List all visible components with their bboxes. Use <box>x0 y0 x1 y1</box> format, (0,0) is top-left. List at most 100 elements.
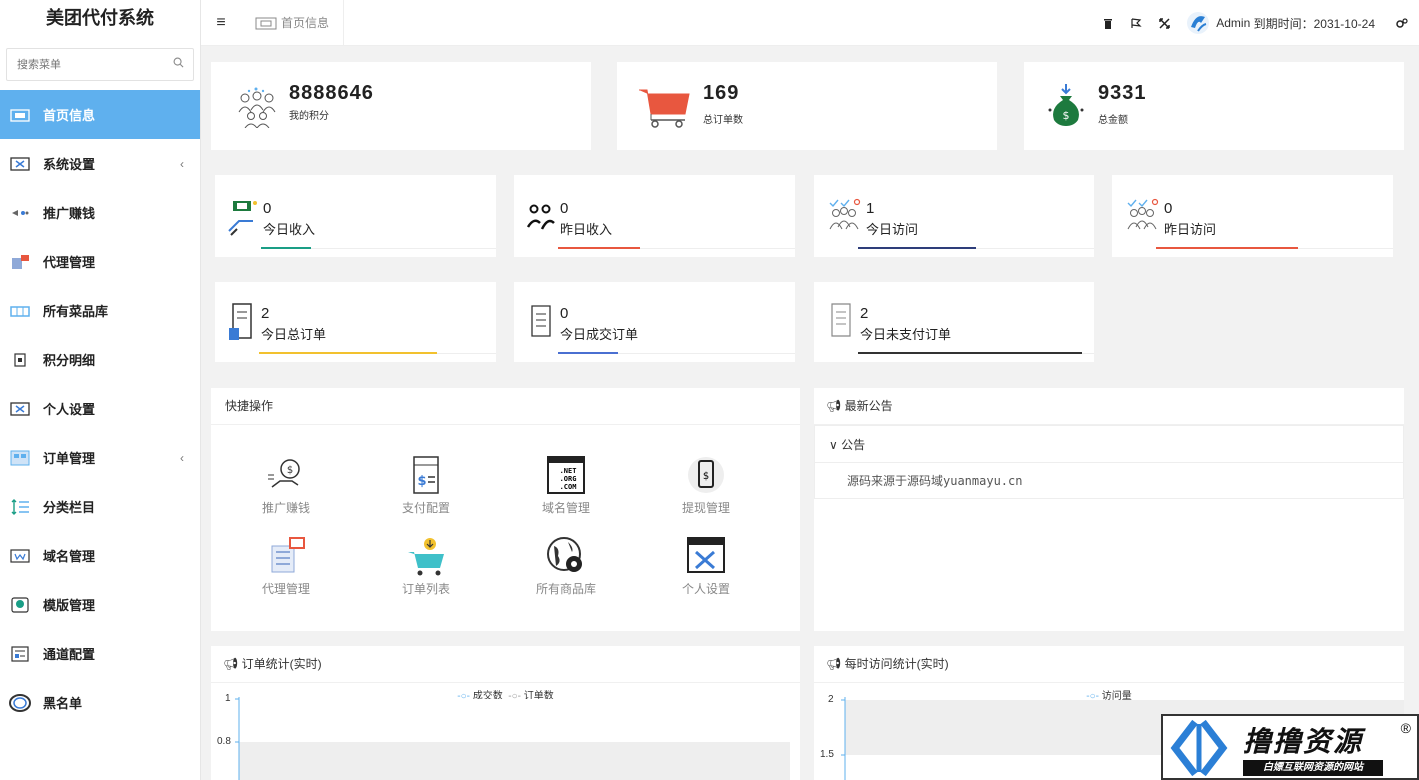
breadcrumb-tab[interactable]: 首页信息 <box>241 0 345 46</box>
quick-order-list[interactable]: 订单列表 <box>356 536 496 597</box>
agent-icon <box>271 537 305 573</box>
stat-label: 总订单数 <box>703 115 743 126</box>
stat-value: 0 <box>1164 200 1173 217</box>
plot-band <box>239 742 790 780</box>
search-box[interactable] <box>6 48 194 81</box>
panel-title: 最新公告 <box>844 399 893 413</box>
quick-agent[interactable]: 代理管理 <box>216 536 356 597</box>
blacklist-icon <box>9 693 31 712</box>
chevron-left-icon[interactable]: ‹ <box>180 451 184 465</box>
transfer-icon <box>526 204 555 230</box>
sidebar-item-category[interactable]: 分类栏目 <box>0 482 200 531</box>
quick-personal[interactable]: 个人设置 <box>636 536 776 597</box>
sidebar-item-channel[interactable]: 通道配置 <box>0 629 200 678</box>
y-tick-label: 1.5 <box>820 749 834 760</box>
phone-money-icon: $ <box>688 457 724 493</box>
stat-label: 今日总订单 <box>261 327 327 342</box>
sidebar-item-template[interactable]: 模版管理 <box>0 580 200 629</box>
sidebar-item-personal[interactable]: 个人设置 <box>0 384 200 433</box>
quick-product-library[interactable]: 所有商品库 <box>496 536 636 597</box>
stat-value: 0 <box>560 200 569 217</box>
notice-collapse-header[interactable]: ∨ 公告 <box>814 425 1404 463</box>
svg-text:$: $ <box>287 465 293 476</box>
quick-pay-config[interactable]: $ 支付配置 <box>356 455 496 516</box>
svg-text:.COM: .COM <box>560 483 577 491</box>
sidebar-item-domain[interactable]: 域名管理 <box>0 531 200 580</box>
quick-promote[interactable]: $ 推广赚钱 <box>216 455 356 516</box>
y-tick-label: 1 <box>225 693 231 704</box>
svg-text:.ORG: .ORG <box>560 475 577 483</box>
plot-band <box>239 699 790 742</box>
panel-header: 📢︎ 订单统计(实时) <box>211 646 800 683</box>
stat-label: 昨日收入 <box>560 222 613 237</box>
chevron-left-icon[interactable]: ‹ <box>180 157 184 171</box>
sidebar-item-agent[interactable]: 代理管理 <box>0 237 200 286</box>
dish-library-icon <box>9 302 31 320</box>
money-bag-icon: $ <box>1048 84 1084 126</box>
home-icon <box>255 17 277 29</box>
watermark-subtitle: 白嫖互联网资源的网站 <box>1243 760 1383 776</box>
search-input[interactable] <box>7 49 193 80</box>
flag-icon[interactable] <box>1122 0 1150 46</box>
panel-title: 订单统计(实时) <box>241 657 322 671</box>
sidebar-menu: 首页信息 系统设置 ‹ 推广赚钱 代理管理 所有菜品库 积分明细 个人设置 订单… <box>0 90 200 727</box>
sidebar-item-label: 分类栏目 <box>43 500 96 515</box>
user-info[interactable]: Admin 到期时间：2031-10-24 <box>1178 0 1385 46</box>
stat-label: 今日访问 <box>866 222 919 237</box>
quick-label: 支付配置 <box>401 501 450 515</box>
receipt-icon <box>531 305 551 337</box>
announcement-panel: 📢︎ 最新公告 ∨ 公告 源码来源于源码域yuanmayu.cn <box>814 388 1404 631</box>
stat-today-income: 0 今日收入 <box>215 175 496 257</box>
quick-withdraw[interactable]: $ 提现管理 <box>636 455 776 516</box>
domain-icon <box>9 547 31 565</box>
stat-value: 169 <box>703 82 740 104</box>
receipt-icon <box>831 303 851 337</box>
gear-icon[interactable] <box>1385 0 1419 46</box>
cash-hand-icon <box>228 201 257 236</box>
receipt-icon <box>229 303 252 340</box>
panel-header: 📢︎ 最新公告 <box>814 388 1404 425</box>
watermark-logo: 撸撸资源 ® 白嫖互联网资源的网站 <box>1161 714 1419 780</box>
topbar: ≡ 首页信息 Admin 到期时间：2031-10-24 <box>201 0 1419 46</box>
sidebar-item-label: 推广赚钱 <box>43 206 96 221</box>
stat-today-visits: 1 今日访问 <box>814 175 1094 257</box>
panel-title: 快捷操作 <box>211 388 800 425</box>
search-icon[interactable] <box>173 57 184 68</box>
stat-yesterday-visits: 0 昨日访问 <box>1112 175 1393 257</box>
sidebar-item-system-settings[interactable]: 系统设置 ‹ <box>0 139 200 188</box>
sidebar-item-blacklist[interactable]: 黑名单 <box>0 678 200 727</box>
sidebar-item-dish-library[interactable]: 所有菜品库 <box>0 286 200 335</box>
svg-text:$: $ <box>703 471 709 482</box>
stat-label: 昨日访问 <box>1164 222 1217 237</box>
quick-label: 所有商品库 <box>535 582 596 596</box>
people-group-icon <box>238 87 276 128</box>
sidebar-item-label: 所有菜品库 <box>43 304 109 319</box>
quick-label: 订单列表 <box>401 582 450 596</box>
channel-icon <box>9 645 31 663</box>
domain-icon: .NET.ORG.COM <box>547 456 585 494</box>
sidebar-item-points[interactable]: 积分明细 <box>0 335 200 384</box>
megaphone-icon: 📢︎ <box>223 657 239 671</box>
expire-date: 到期时间：2031-10-24 <box>1253 16 1375 31</box>
chevron-down-icon[interactable]: ∨ <box>829 438 838 452</box>
avatar <box>1187 12 1210 34</box>
personal-icon <box>9 400 31 418</box>
megaphone-icon: 📢︎ <box>826 399 842 413</box>
sidebar-item-promote[interactable]: 推广赚钱 <box>0 188 200 237</box>
template-icon <box>9 596 31 614</box>
menu-toggle-icon[interactable]: ≡ <box>201 14 241 32</box>
tools-window-icon <box>687 537 725 573</box>
quick-domain[interactable]: .NET .ORG .COM 域名管理 <box>496 455 636 516</box>
y-tick-label: 0.8 <box>217 736 231 747</box>
fullscreen-icon[interactable] <box>1150 0 1178 46</box>
sidebar-item-home[interactable]: 首页信息 <box>0 90 200 139</box>
order-chart-panel: 📢︎ 订单统计(实时) -○- 成交数 -○- 订单数 1 0.8 <box>211 646 800 780</box>
sidebar-item-label: 通道配置 <box>43 647 96 662</box>
stat-value: 2 <box>860 305 869 322</box>
sidebar-item-orders[interactable]: 订单管理 ‹ <box>0 433 200 482</box>
settings-icon <box>9 155 31 173</box>
y-tick-label: 2 <box>828 694 834 705</box>
stat-value: 0 <box>263 200 272 217</box>
trash-icon[interactable] <box>1094 0 1122 46</box>
breadcrumb-label: 首页信息 <box>281 16 330 30</box>
